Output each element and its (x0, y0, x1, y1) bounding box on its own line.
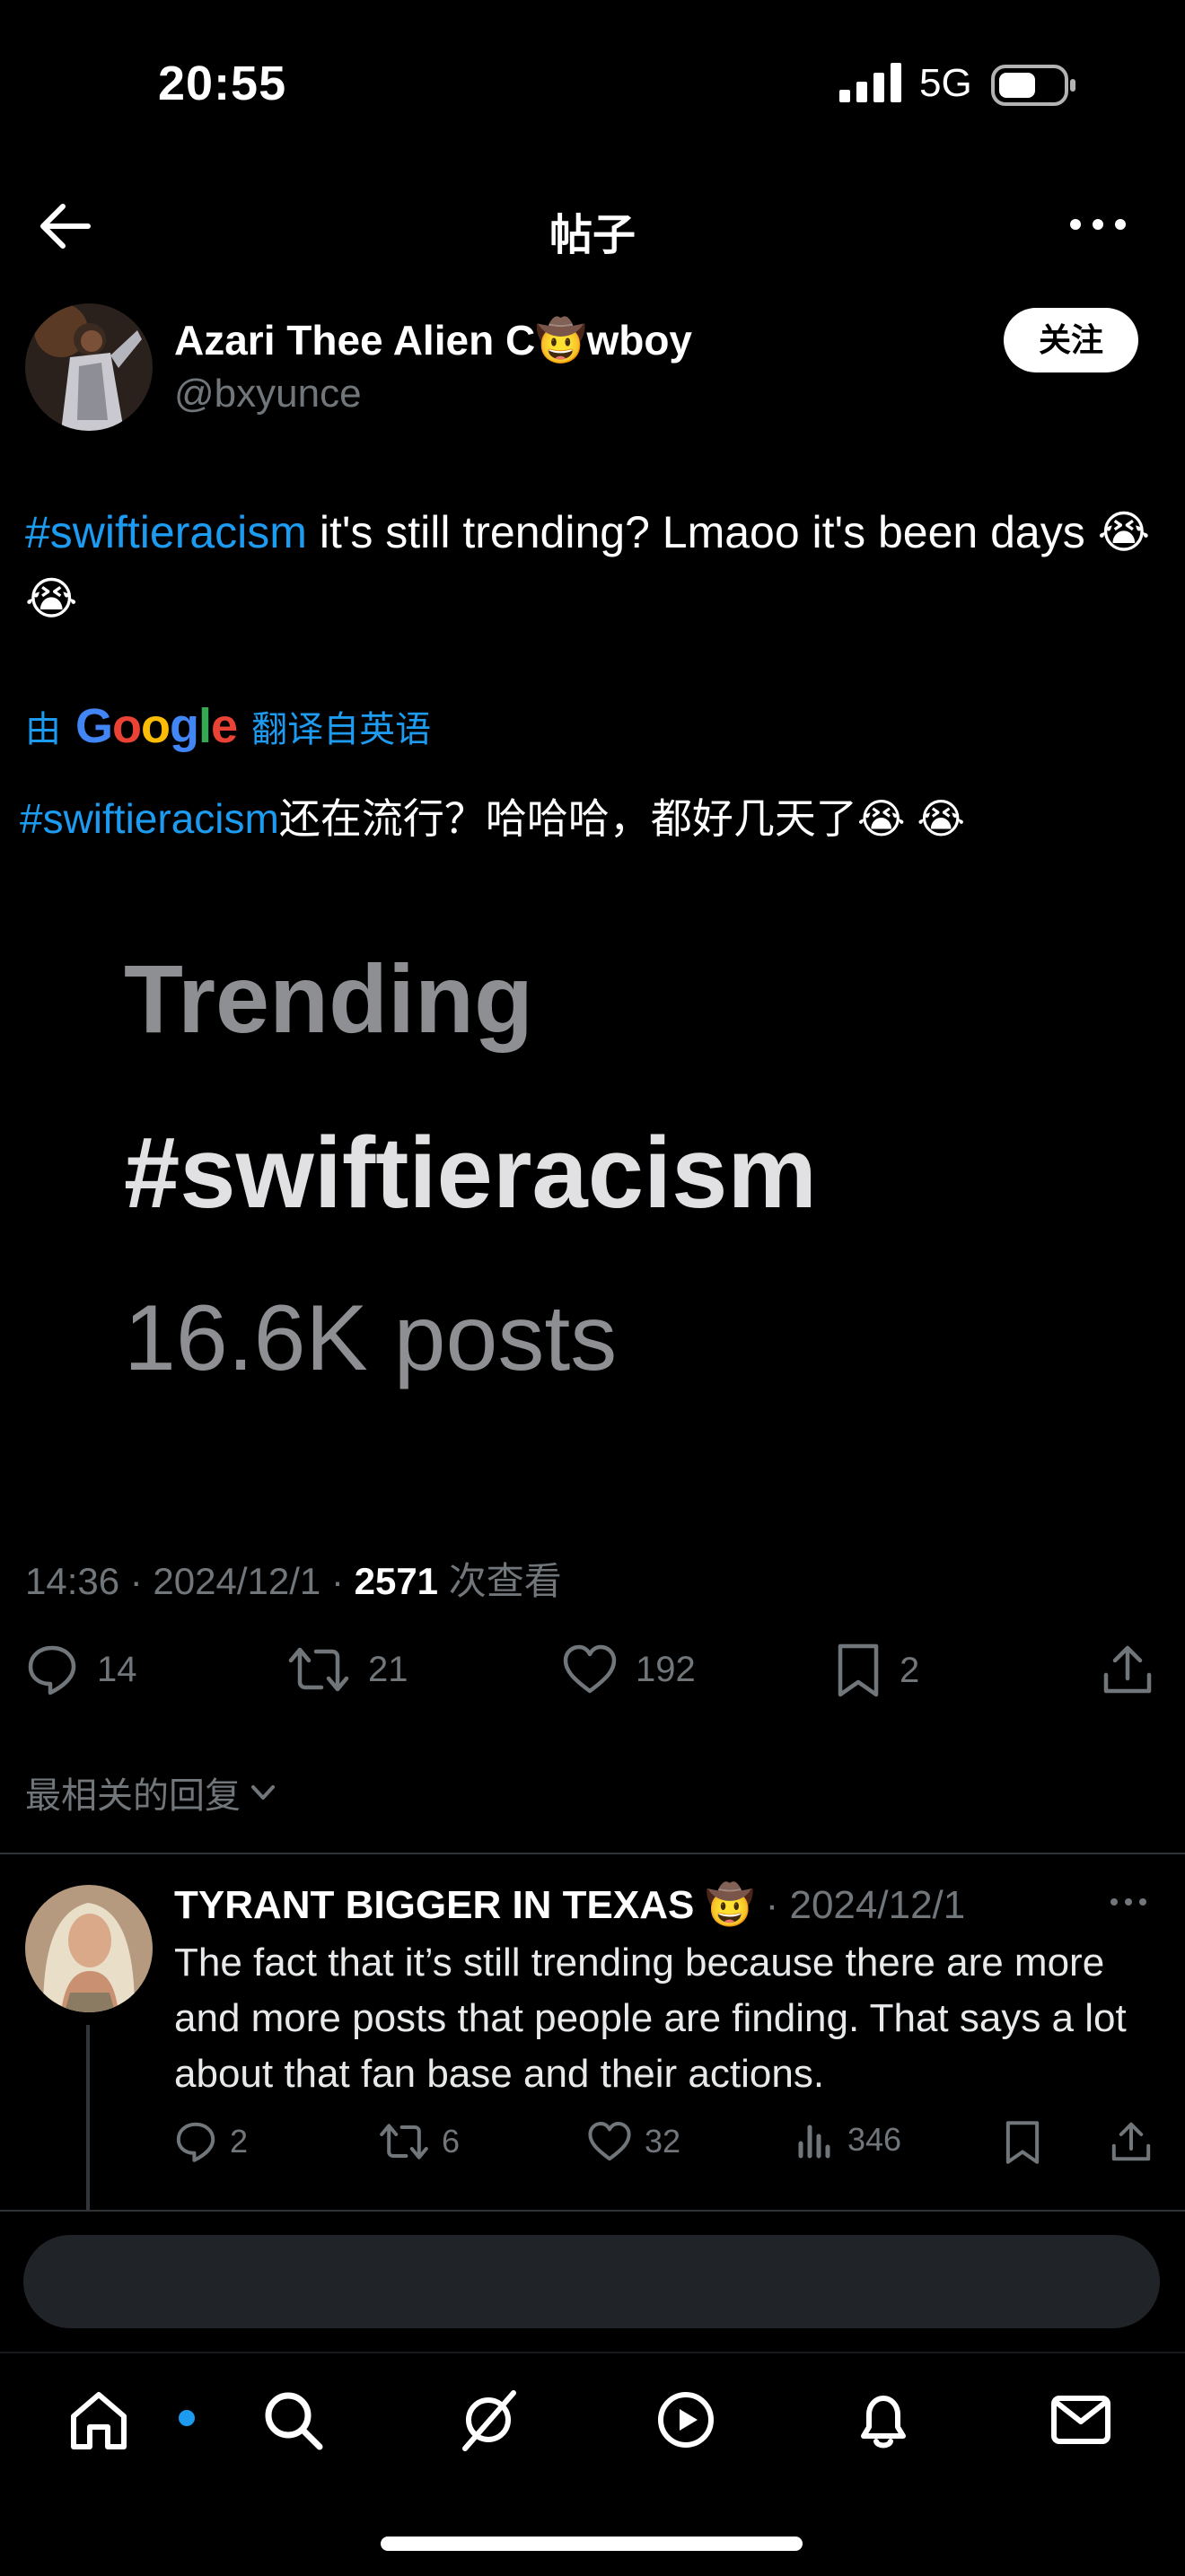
reply-more-icon[interactable] (1110, 1888, 1147, 1915)
share-button[interactable] (1101, 1643, 1154, 1696)
home-indicator (381, 2537, 803, 2551)
repost-count: 21 (368, 1649, 408, 1689)
translation-attribution[interactable]: 由 Google 翻译自英语 (25, 698, 431, 754)
status-bar: 20:55 5G (0, 0, 1185, 171)
tab-messages[interactable] (1047, 2386, 1115, 2454)
status-time: 20:55 (158, 57, 287, 110)
reply-like-button[interactable]: 32 (587, 2120, 680, 2163)
translated-body: 还在流行？哈哈哈，都好几天了😭 😭 (278, 795, 966, 842)
reply-repost-count: 6 (442, 2123, 461, 2160)
post-timestamp: 14:36 · 2024/12/1 · (25, 1560, 355, 1602)
repost-icon (380, 2124, 428, 2160)
translated-hashtag-link[interactable]: #swiftieracism (20, 795, 279, 842)
reply-reply-count: 2 (230, 2123, 249, 2160)
reply-icon (176, 2122, 215, 2162)
author-handle[interactable]: @bxyunce (174, 372, 362, 416)
reply-icon (28, 1645, 76, 1695)
post-actions: 14 21 192 2 (0, 1643, 1185, 1705)
signal-icon (839, 63, 902, 102)
bookmark-icon (838, 1643, 879, 1697)
reply-share-button[interactable] (1110, 2120, 1153, 2163)
divider (0, 2210, 1185, 2212)
share-icon (1111, 2122, 1151, 2161)
heart-icon (563, 1644, 617, 1694)
reply-view-count: 346 (847, 2121, 902, 2158)
bookmark-button[interactable]: 2 (835, 1643, 919, 1698)
reply-date: · 2024/12/1 (754, 1883, 966, 1927)
like-count: 192 (636, 1649, 696, 1689)
author-name[interactable]: Azari Thee Alien C🤠wboy (174, 316, 692, 365)
view-label: 次查看 (438, 1560, 562, 1602)
tab-grok[interactable] (454, 2386, 522, 2454)
messages-icon (1051, 2396, 1110, 2444)
thread-line (86, 2025, 90, 2210)
reply-author-avatar[interactable] (25, 1885, 153, 2012)
translation-by: 由 (25, 710, 61, 749)
follow-button[interactable]: 关注 (1004, 308, 1138, 372)
tab-video[interactable] (652, 2386, 720, 2454)
share-icon (1103, 1645, 1152, 1694)
views-icon (798, 2125, 830, 2159)
page-title: 帖子 (549, 212, 636, 259)
post-text: #swiftieracism it's still trending? Lmao… (25, 499, 1156, 632)
like-button[interactable]: 192 (562, 1643, 696, 1696)
chevron-down-icon (251, 1785, 275, 1800)
reply-author-name[interactable]: TYRANT BIGGER IN TEXAS 🤠 (174, 1883, 754, 1927)
media-trending-label: Trending (124, 944, 533, 1053)
reply-count: 14 (97, 1649, 137, 1689)
reply-input[interactable] (23, 2235, 1160, 2328)
tab-search[interactable] (259, 2386, 327, 2454)
author-avatar[interactable] (25, 303, 153, 431)
more-options-icon[interactable] (1068, 199, 1128, 250)
network-type: 5G (919, 61, 972, 105)
battery-icon (991, 65, 1077, 106)
reply-bookmark-button[interactable] (1004, 2120, 1041, 2165)
translation-label: 翻译自英语 (251, 710, 432, 749)
reply-repost-button[interactable]: 6 (379, 2120, 460, 2163)
video-icon (658, 2392, 714, 2448)
reply-text: The fact that it’s still trending becaus… (174, 1941, 1127, 2096)
repost-icon (288, 1647, 349, 1692)
grok-icon (462, 2390, 516, 2451)
reply-reply-button[interactable]: 2 (174, 2120, 248, 2163)
notifications-icon (861, 2396, 906, 2449)
post-meta: 14:36 · 2024/12/1 · 2571 次查看 (25, 1551, 562, 1606)
reply-header: TYRANT BIGGER IN TEXAS 🤠 · 2024/12/1 (174, 1881, 965, 1928)
bookmark-icon (1005, 2121, 1040, 2164)
sort-label: 最相关的回复 (25, 1776, 241, 1816)
media-hashtag: #swiftieracism (124, 1117, 817, 1229)
hashtag-link[interactable]: #swiftieracism (25, 507, 307, 557)
notification-dot (176, 2407, 198, 2429)
divider (0, 1853, 1185, 1854)
reply-views-button[interactable]: 346 (795, 2120, 901, 2160)
view-count: 2571 (354, 1560, 439, 1602)
tab-notifications[interactable] (849, 2386, 917, 2454)
reply-like-count: 32 (645, 2123, 681, 2160)
bookmark-count: 2 (900, 1650, 920, 1690)
tab-home[interactable] (65, 2386, 198, 2454)
heart-icon (588, 2122, 631, 2161)
reply-actions: 2 6 32 346 (0, 2120, 1185, 2174)
media-post-count: 16.6K posts (124, 1286, 618, 1390)
translated-text: #swiftieracism还在流行？哈哈哈，都好几天了😭 😭 (20, 786, 965, 846)
replies-sort-dropdown[interactable]: 最相关的回复 (25, 1766, 278, 1818)
post-header: 帖子 (0, 180, 1185, 287)
google-logo: Google (75, 699, 238, 753)
search-icon (265, 2392, 323, 2450)
reply-button[interactable]: 14 (25, 1643, 137, 1696)
home-icon (71, 2392, 127, 2449)
repost-button[interactable]: 21 (287, 1643, 408, 1696)
